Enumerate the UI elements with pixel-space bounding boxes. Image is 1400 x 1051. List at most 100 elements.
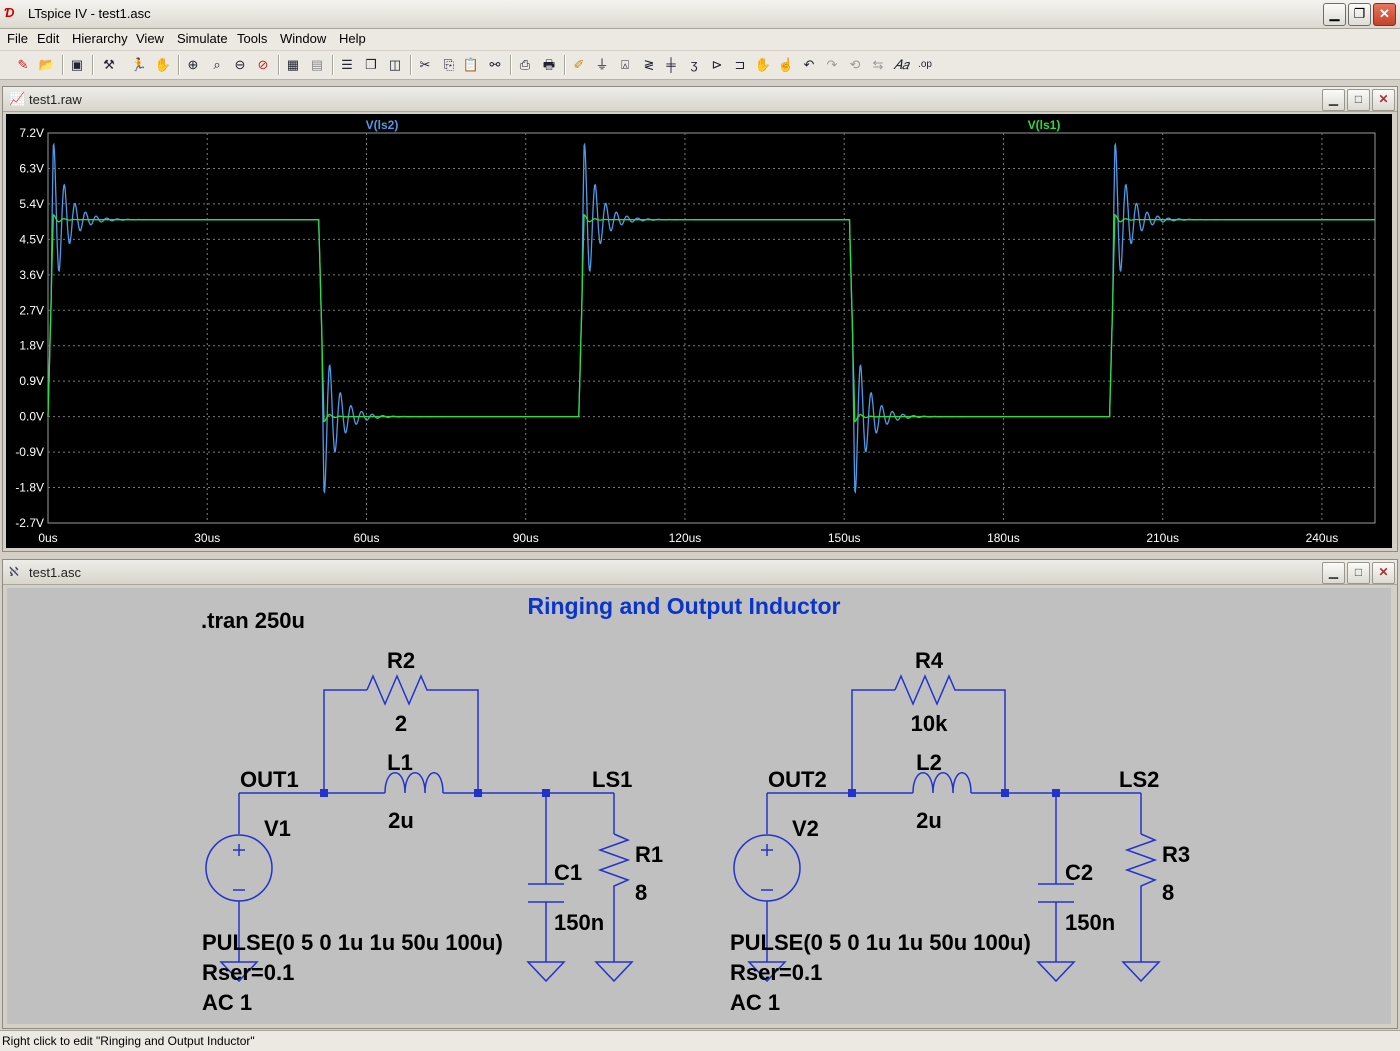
net-ls1[interactable]: LS1 [592, 767, 632, 792]
close-button[interactable]: ✕ [1373, 3, 1396, 26]
schematic-restore-button[interactable]: □ [1347, 562, 1370, 584]
plot-window: 📈 test1.raw ▁ □ ✕ 7.2V 6.3V 5.4V 4.5V 3.6V 2.… [2, 86, 1398, 552]
v2-rser[interactable]: Rser=0.1 [730, 960, 822, 985]
halt-icon[interactable]: ✋ [154, 56, 172, 74]
menu-view[interactable]: View [136, 31, 164, 46]
schematic-close-button[interactable]: ✕ [1372, 562, 1395, 584]
drag-icon[interactable]: ☝ [777, 56, 795, 74]
zoom-pan-icon[interactable]: ⌕ [208, 56, 226, 74]
v2-pulse-spec[interactable]: PULSE(0 5 0 1u 1u 50u 100u) [730, 930, 1031, 955]
print-icon[interactable]: 🖶 [540, 56, 558, 74]
value-c2[interactable]: 150n [1065, 910, 1115, 935]
schematic-minimize-button[interactable]: ▁ [1322, 562, 1345, 584]
label-l1[interactable]: L1 [387, 750, 413, 775]
spice-directive-icon[interactable]: .op [916, 56, 934, 74]
tran-directive[interactable]: .tran 250u [201, 608, 305, 633]
capacitor-icon[interactable]: ╪ [662, 56, 680, 74]
inductor-icon[interactable]: ʒ [685, 56, 703, 74]
value-l1[interactable]: 2u [388, 808, 414, 833]
zoom-out-icon[interactable]: ⊖ [231, 56, 249, 74]
plot-close-button[interactable]: ✕ [1372, 89, 1395, 111]
waveform-plot[interactable]: 7.2V 6.3V 5.4V 4.5V 3.6V 2.7V 1.8V 0.9V 0.0V -0.9… [6, 114, 1392, 548]
v1-pulse-spec[interactable]: PULSE(0 5 0 1u 1u 50u 100u) [202, 930, 503, 955]
v1-rser[interactable]: Rser=0.1 [202, 960, 294, 985]
label-v1[interactable]: V1 [264, 816, 291, 841]
value-r2[interactable]: 2 [395, 711, 407, 736]
move-icon[interactable]: ✋ [754, 56, 772, 74]
cut-icon[interactable]: ✂ [416, 56, 434, 74]
cascade-icon[interactable]: ❐ [362, 56, 380, 74]
schematic-canvas[interactable]: Ringing and Output Inductor .tran 250u R… [7, 588, 1391, 1024]
net-out1[interactable]: OUT1 [240, 767, 299, 792]
undo-icon[interactable]: ↶ [800, 56, 818, 74]
new-schematic-icon[interactable]: ✎ [14, 56, 32, 74]
label-c1[interactable]: C1 [554, 860, 582, 885]
tile-vertical-icon[interactable]: ◫ [386, 56, 404, 74]
resistor-icon[interactable]: ≷ [640, 56, 658, 74]
legend-vls2[interactable]: V(ls2) [366, 118, 399, 132]
component-icon[interactable]: ⊐ [731, 56, 749, 74]
label-r1[interactable]: R1 [635, 842, 663, 867]
v2-ac[interactable]: AC 1 [730, 990, 780, 1015]
y-tick-label: 2.7V [19, 303, 44, 317]
copy-icon[interactable]: ⎘ [440, 56, 458, 74]
label-c2[interactable]: C2 [1065, 860, 1093, 885]
x-tick-label: 0us [38, 531, 57, 545]
menu-edit[interactable]: Edit [37, 31, 59, 46]
label-l2[interactable]: L2 [916, 750, 942, 775]
zoom-in-icon[interactable]: ⊕ [184, 56, 202, 74]
plot-minimize-button[interactable]: ▁ [1322, 89, 1345, 111]
label-v2[interactable]: V2 [792, 816, 819, 841]
restore-button[interactable]: ❐ [1348, 3, 1371, 26]
menu-window[interactable]: Window [280, 31, 326, 46]
value-c1[interactable]: 150n [554, 910, 604, 935]
schematic-window-title: test1.asc [29, 565, 82, 580]
y-tick-label: 3.6V [19, 268, 44, 282]
mirror-icon[interactable]: ⇆ [869, 56, 887, 74]
paste-icon[interactable]: 📋 [462, 56, 480, 74]
ground-icon[interactable]: ⏚ [593, 56, 611, 74]
label-r2[interactable]: R2 [387, 648, 415, 673]
save-icon[interactable]: ▣ [68, 56, 86, 74]
find-icon[interactable]: ⚯ [486, 56, 504, 74]
open-icon[interactable]: 📂 [38, 56, 56, 74]
label-net-icon[interactable]: ⍓ [616, 56, 634, 74]
minimize-button[interactable]: ▁ [1323, 3, 1346, 26]
run-icon[interactable]: 🏃 [130, 56, 148, 74]
label-r4[interactable]: R4 [915, 648, 944, 673]
value-r1[interactable]: 8 [635, 880, 647, 905]
menu-hierarchy[interactable]: Hierarchy [72, 31, 128, 46]
rotate-icon[interactable]: ⟲ [846, 56, 864, 74]
value-l2[interactable]: 2u [916, 808, 942, 833]
menu-tools[interactable]: Tools [237, 31, 267, 46]
menu-bar: File Edit Hierarchy View Simulate Tools … [0, 29, 1400, 50]
draw-wire-icon[interactable]: ✐ [570, 56, 588, 74]
print-setup-icon[interactable]: ⎙ [516, 56, 534, 74]
tile-horizontal-icon[interactable]: ☰ [338, 56, 356, 74]
control-panel-icon[interactable]: ⚒ [100, 56, 118, 74]
y-tick-label: -1.8V [15, 481, 44, 495]
v1-ac[interactable]: AC 1 [202, 990, 252, 1015]
diode-icon[interactable]: ⊳ [708, 56, 726, 74]
zoom-fit-icon[interactable]: ⊘ [254, 56, 272, 74]
redo-icon[interactable]: ↷ [823, 56, 841, 74]
fft-icon[interactable]: ▤ [308, 56, 326, 74]
schematic-window-titlebar: ℵ test1.asc ▁ □ ✕ [3, 560, 1397, 585]
y-tick-label: 1.8V [19, 339, 44, 353]
net-ls2[interactable]: LS2 [1119, 767, 1159, 792]
autorange-icon[interactable]: ▦ [284, 56, 302, 74]
label-r3[interactable]: R3 [1162, 842, 1190, 867]
y-tick-label: -0.9V [15, 445, 44, 459]
window-title: LTspice IV - test1.asc [28, 6, 151, 21]
schematic-title[interactable]: Ringing and Output Inductor [528, 593, 841, 619]
net-out2[interactable]: OUT2 [768, 767, 827, 792]
menu-simulate[interactable]: Simulate [177, 31, 228, 46]
plot-restore-button[interactable]: □ [1347, 89, 1370, 111]
text-icon[interactable]: 𝐴𝑎 [892, 56, 910, 74]
value-r3[interactable]: 8 [1162, 880, 1174, 905]
menu-help[interactable]: Help [339, 31, 366, 46]
x-tick-label: 30us [194, 531, 220, 545]
value-r4[interactable]: 10k [911, 711, 948, 736]
menu-file[interactable]: File [7, 31, 28, 46]
legend-vls1[interactable]: V(ls1) [1028, 118, 1061, 132]
